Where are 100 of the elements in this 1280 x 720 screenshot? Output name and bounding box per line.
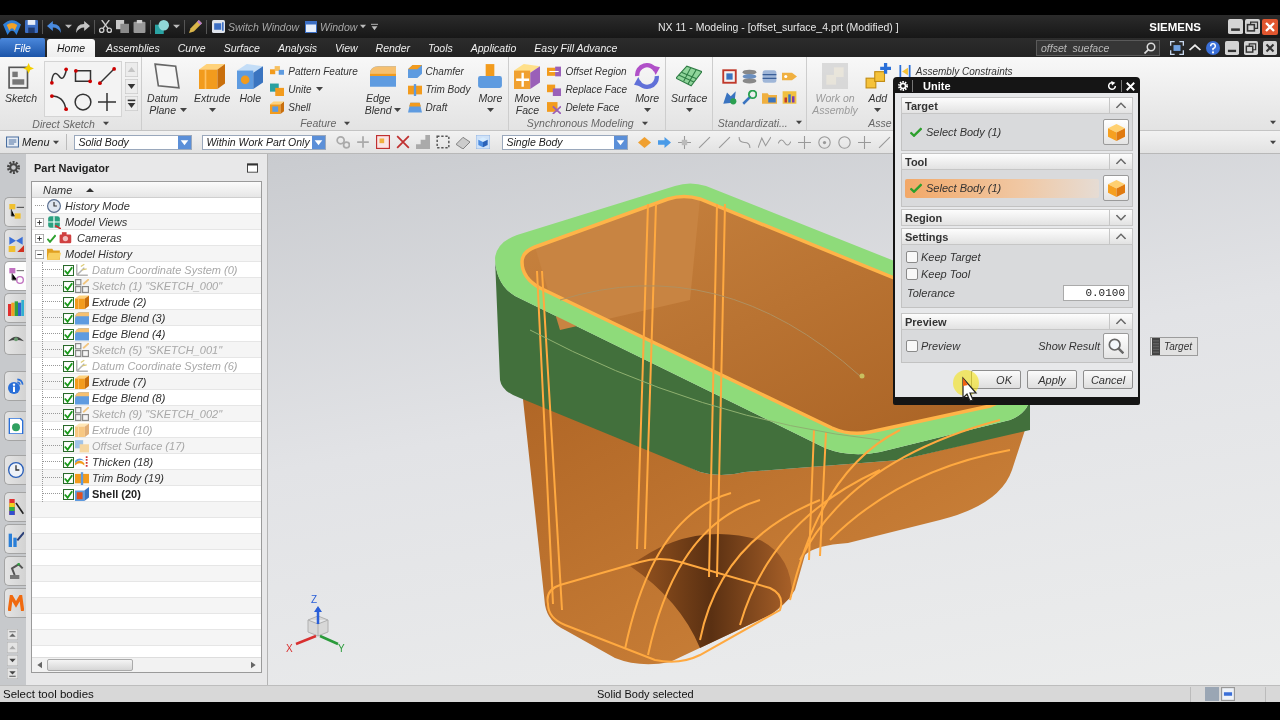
fit-view-icon[interactable] [1170,40,1184,55]
ribbon-button[interactable]: Extrude [192,61,233,113]
cube-icon[interactable] [475,135,490,149]
expand-icon[interactable] [35,233,44,243]
checkbox[interactable] [63,264,74,276]
select-body-button[interactable] [1103,175,1129,201]
window-menu-button[interactable]: Window [304,20,368,33]
checkbox[interactable] [63,344,74,356]
settings-icon[interactable] [7,161,20,174]
scroll-thumb[interactable] [47,659,133,671]
tree-item[interactable]: Model Views [65,216,128,228]
resource-tab[interactable] [4,197,26,227]
resource-tab[interactable] [4,411,26,441]
tree-item[interactable]: Edge Blend (3) [92,312,166,324]
striped-box-icon[interactable] [762,69,778,84]
magnifier-icon[interactable] [742,90,758,105]
tree-item[interactable]: Cameras [77,232,122,244]
checkbox[interactable] [63,328,74,340]
ribbon-tab[interactable]: Easy Fill Advance [525,38,627,57]
caret-icon[interactable] [360,24,367,29]
minimize-icon[interactable] [1228,18,1243,34]
resource-tab[interactable] [4,261,26,291]
dashed-box-icon[interactable] [435,135,450,149]
ribbon-button[interactable]: Hole [235,61,266,104]
checkbox[interactable] [63,376,74,388]
checkbox[interactable] [63,472,74,484]
ribbon-button[interactable]: More [632,61,663,113]
ribbon-button[interactable]: More [475,61,506,113]
scroll-down-icon[interactable] [7,655,18,666]
menu-button[interactable]: Menu [6,136,59,148]
command-button[interactable]: Delete Face [545,99,630,115]
ribbon-tab[interactable]: Curve [168,38,215,57]
resource-tab[interactable] [4,524,26,554]
tree-item[interactable]: Thicken (18) [92,456,154,468]
checkbox-label[interactable]: Keep Tool [921,267,971,280]
command-button[interactable]: Replace Face [545,81,630,97]
line-icon[interactable] [98,67,117,85]
menu-icon[interactable] [6,136,19,148]
tree-item[interactable]: Shell (20) [92,488,141,500]
pen-icon[interactable] [189,20,202,33]
folder-icon[interactable] [762,90,778,105]
minimize-icon[interactable] [1225,40,1239,55]
arrow-right-icon[interactable] [657,135,671,149]
expand-icon[interactable] [35,217,44,227]
caret-icon[interactable] [102,121,109,126]
redo-icon[interactable] [76,20,90,33]
caret-icon[interactable] [1270,120,1276,125]
section-header[interactable]: Settings [901,228,1133,245]
ribbon-button[interactable]: Move Face [512,61,543,116]
section-header[interactable]: Preview [901,313,1133,330]
scroll-bottom-icon[interactable] [7,668,18,679]
dialog-button[interactable]: Apply [1027,370,1077,389]
checkbox[interactable] [906,267,918,280]
command-button[interactable]: Pattern Feature [268,63,360,79]
caret-icon[interactable] [173,24,180,29]
checkbox[interactable] [63,280,74,292]
ribbon-tab[interactable]: Assemblies [97,38,169,57]
caret-icon[interactable] [52,139,59,145]
arc-icon[interactable] [50,93,69,111]
caret-icon[interactable] [344,120,351,126]
checkbox[interactable] [63,440,74,452]
checkbox[interactable] [63,312,74,324]
scroll-top-icon[interactable] [7,629,18,640]
window-switch-icon[interactable] [212,20,225,33]
restore-icon[interactable] [1244,40,1258,55]
tree-item[interactable]: Edge Blend (4) [92,328,166,340]
caret-icon[interactable] [1270,139,1276,145]
command-button[interactable]: Shell [268,99,360,115]
filter-dropdown[interactable]: Single Body [501,134,628,150]
search-icon[interactable] [1144,41,1156,54]
command-button[interactable]: Offset Region [545,63,630,79]
checkbox-label[interactable]: Preview [921,340,961,352]
ribbon-tab[interactable]: Surface [214,38,269,57]
frame-icon[interactable] [722,69,738,84]
ribbon-button[interactable]: Edge Blend [362,61,403,116]
select-box-icon[interactable] [375,135,390,149]
plus-icon[interactable] [98,93,117,111]
checkbox[interactable] [63,456,74,468]
command-button[interactable]: Assembly Constraints [895,63,1015,79]
resource-tab[interactable] [4,492,26,522]
switch-window-button[interactable]: Switch Window [211,20,301,33]
search-field[interactable]: offset sueface [1036,39,1160,56]
scroll-right-icon[interactable] [249,661,257,669]
caret-icon[interactable] [795,120,802,125]
collapse-icon[interactable] [35,249,44,259]
command-button[interactable]: Unite [268,81,360,97]
ribbon-tab[interactable]: File [0,38,45,57]
shapes-icon[interactable] [155,19,169,34]
section-header[interactable]: Region [901,209,1133,226]
scroll-down-icon[interactable] [125,79,139,94]
resource-tab[interactable] [4,556,26,586]
checkbox[interactable] [906,340,918,352]
close-icon[interactable] [1126,81,1135,91]
ribbon-tab[interactable]: Applicatio [461,38,526,57]
ribbon-button[interactable]: Datum Plane [145,61,190,116]
selection-step[interactable]: Select Body (1) [905,178,1099,198]
tree-item[interactable]: Model History [65,248,133,260]
checkbox[interactable] [63,392,74,404]
tree-item[interactable]: History Mode [65,200,130,212]
help-icon[interactable] [1206,40,1220,55]
